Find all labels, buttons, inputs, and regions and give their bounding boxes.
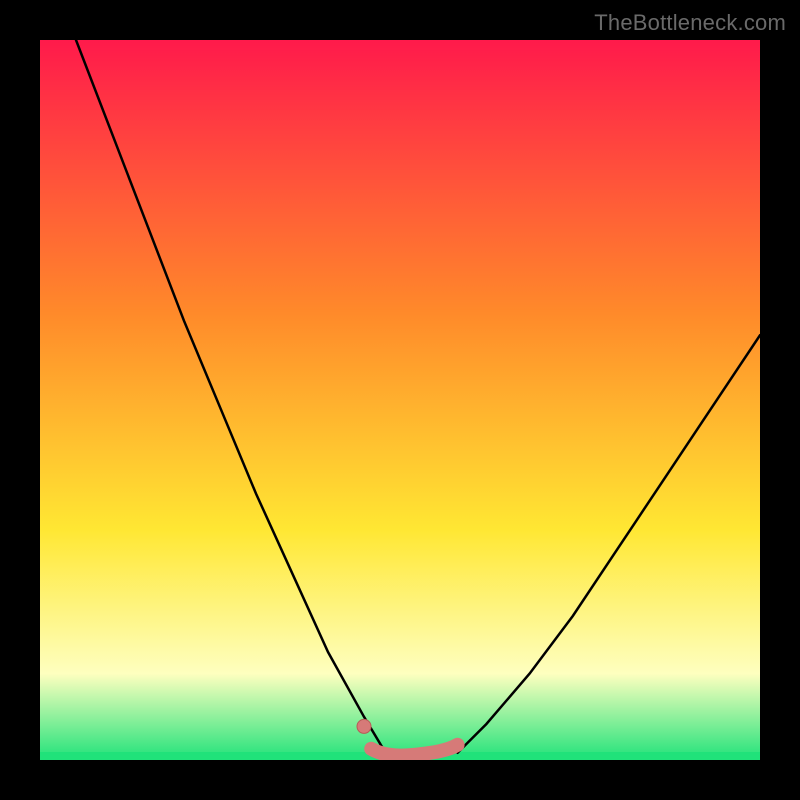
plot-area — [40, 40, 760, 760]
chart-frame: TheBottleneck.com — [0, 0, 800, 800]
watermark-text: TheBottleneck.com — [594, 10, 786, 36]
gradient-background — [40, 40, 760, 760]
optimal-point-marker — [357, 719, 371, 733]
bottleneck-chart — [40, 40, 760, 760]
